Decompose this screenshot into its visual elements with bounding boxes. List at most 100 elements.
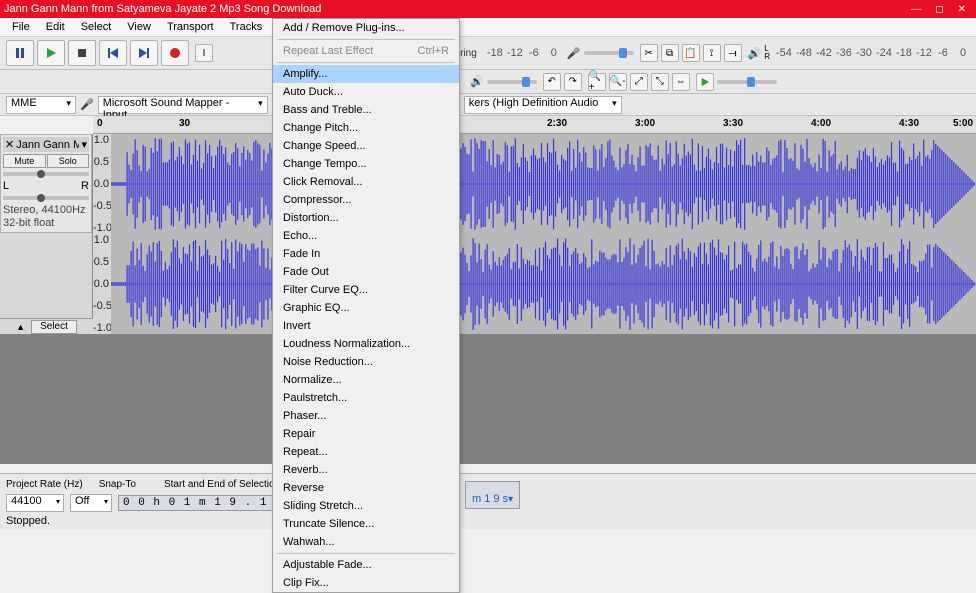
effect-item[interactable]: Filter Curve EQ... bbox=[273, 281, 459, 299]
mute-button[interactable]: Mute bbox=[3, 154, 46, 168]
silence-button[interactable]: ⟞ bbox=[724, 44, 742, 62]
effect-item[interactable]: Reverb... bbox=[273, 461, 459, 479]
solo-button[interactable]: Solo bbox=[47, 154, 90, 168]
paste-button[interactable]: 📋 bbox=[682, 44, 700, 62]
effect-item[interactable]: Noise Reduction... bbox=[273, 353, 459, 371]
zoom-out-button[interactable]: 🔍- bbox=[609, 73, 627, 91]
track-name[interactable]: Jann Gann M bbox=[16, 139, 79, 151]
snapto-label: Snap-To bbox=[99, 479, 136, 490]
effect-item[interactable]: Fade In bbox=[273, 245, 459, 263]
effect-item[interactable]: Change Speed... bbox=[273, 137, 459, 155]
skip-end-button[interactable] bbox=[130, 40, 158, 66]
effect-item[interactable]: Loudness Normalization... bbox=[273, 335, 459, 353]
amplitude-scale: 1.00.50.0-0.5-1.0 bbox=[93, 234, 111, 334]
menu-edit[interactable]: Edit bbox=[38, 19, 73, 35]
track-menu-icon[interactable]: ▾ bbox=[81, 138, 87, 151]
maximize-button[interactable]: ◻ bbox=[935, 4, 943, 15]
project-rate-select[interactable]: 44100 bbox=[6, 494, 64, 512]
select-track-button[interactable]: Select bbox=[31, 320, 77, 334]
selection-toolbar: Project Rate (Hz) Snap-To Start and End … bbox=[0, 473, 976, 529]
effect-item[interactable]: Amplify... bbox=[273, 65, 459, 83]
effect-item[interactable]: Invert bbox=[273, 317, 459, 335]
timeline-ruler[interactable]: 0 30 2:30 3:00 3:30 4:00 4:30 5:00 bbox=[93, 116, 976, 134]
mic-icon: 🎤 bbox=[567, 47, 581, 60]
playback-volume-slider[interactable] bbox=[487, 80, 537, 84]
selection-tool-icon[interactable]: I bbox=[195, 44, 213, 62]
effect-add-remove-plugins[interactable]: Add / Remove Plug-ins... bbox=[273, 19, 459, 37]
menu-file[interactable]: File bbox=[4, 19, 38, 35]
audio-host-select[interactable]: MME bbox=[6, 96, 76, 114]
menu-transport[interactable]: Transport bbox=[159, 19, 222, 35]
fit-selection-button[interactable]: ⤢ bbox=[630, 73, 648, 91]
effect-item[interactable]: Phaser... bbox=[273, 407, 459, 425]
zoom-in-button[interactable]: 🔍+ bbox=[588, 73, 606, 91]
menu-view[interactable]: View bbox=[119, 19, 159, 35]
minimize-button[interactable]: — bbox=[911, 4, 921, 15]
waveform-channel-right[interactable] bbox=[111, 234, 976, 334]
toolbar: I Start Monitoring -18-12-60 🎤 ✂ ⧉ 📋 ⟟ ⟞… bbox=[0, 37, 976, 70]
track-format-info: Stereo, 44100Hz 32-bit float bbox=[3, 204, 89, 230]
close-button[interactable]: ✕ bbox=[958, 4, 966, 15]
pause-button[interactable] bbox=[6, 40, 34, 66]
effect-item[interactable]: Compressor... bbox=[273, 191, 459, 209]
undo-button[interactable]: ↶ bbox=[543, 73, 561, 91]
project-rate-label: Project Rate (Hz) bbox=[6, 479, 83, 490]
cut-button[interactable]: ✂ bbox=[640, 44, 658, 62]
record-volume-slider[interactable] bbox=[584, 51, 634, 55]
effect-item[interactable]: Sliding Stretch... bbox=[273, 497, 459, 515]
redo-button[interactable]: ↷ bbox=[564, 73, 582, 91]
snapto-select[interactable]: Off bbox=[70, 494, 112, 512]
gain-slider[interactable] bbox=[3, 172, 89, 176]
stop-button[interactable] bbox=[68, 40, 96, 66]
menu-separator bbox=[277, 553, 455, 554]
fit-project-button[interactable]: ⤡ bbox=[651, 73, 669, 91]
record-meter-scale: -18-12-60 bbox=[487, 47, 561, 59]
effect-item[interactable]: Fade Out bbox=[273, 263, 459, 281]
audio-position-display[interactable]: m 1 9 s▾ bbox=[465, 481, 520, 509]
effect-item[interactable]: Truncate Silence... bbox=[273, 515, 459, 533]
waveform-channel-left[interactable] bbox=[111, 134, 976, 234]
effect-item[interactable]: Change Tempo... bbox=[273, 155, 459, 173]
effect-item[interactable]: Repair bbox=[273, 425, 459, 443]
lr-label: LR bbox=[764, 45, 770, 61]
copy-button[interactable]: ⧉ bbox=[661, 44, 679, 62]
play-button[interactable] bbox=[37, 40, 65, 66]
play-at-speed-button[interactable] bbox=[696, 73, 714, 91]
effect-clip-fix[interactable]: Clip Fix... bbox=[273, 574, 459, 592]
record-button[interactable] bbox=[161, 40, 189, 66]
skip-start-button[interactable] bbox=[99, 40, 127, 66]
window-title: Jann Gann Mann from Satyameva Jayate 2 M… bbox=[4, 3, 911, 15]
effect-item[interactable]: Echo... bbox=[273, 227, 459, 245]
play-speed-slider[interactable] bbox=[717, 80, 777, 84]
selection-label: Start and End of Selection bbox=[164, 479, 280, 490]
effect-item[interactable]: Reverse bbox=[273, 479, 459, 497]
effect-item[interactable]: Normalize... bbox=[273, 371, 459, 389]
effect-adjustable-fade[interactable]: Adjustable Fade... bbox=[273, 556, 459, 574]
effect-item[interactable]: Change Pitch... bbox=[273, 119, 459, 137]
zoom-toggle-button[interactable]: ⇔ bbox=[672, 73, 690, 91]
waveform-area[interactable]: 1.00.50.0-0.5-1.0 1.00.50.0-0.5-1.0 bbox=[93, 134, 976, 464]
menubar: File Edit Select View Transport Tracks G… bbox=[0, 18, 976, 37]
collapse-icon[interactable]: ▲ bbox=[16, 322, 25, 332]
effect-item[interactable]: Click Removal... bbox=[273, 173, 459, 191]
amplitude-scale: 1.00.50.0-0.5-1.0 bbox=[93, 134, 111, 234]
effect-item[interactable]: Distortion... bbox=[273, 209, 459, 227]
effect-item[interactable]: Auto Duck... bbox=[273, 83, 459, 101]
pan-slider[interactable] bbox=[3, 196, 89, 200]
toolbar-row2: 🔊 ↶ ↷ 🔍+ 🔍- ⤢ ⤡ ⇔ bbox=[0, 70, 976, 94]
effect-item[interactable]: Bass and Treble... bbox=[273, 101, 459, 119]
status-text: Stopped. bbox=[6, 513, 50, 529]
track-control-panel: ✕ Jann Gann M ▾ Mute Solo LR Stereo, 441… bbox=[0, 134, 93, 334]
close-track-icon[interactable]: ✕ bbox=[5, 138, 14, 151]
trim-button[interactable]: ⟟ bbox=[703, 44, 721, 62]
recording-device-select[interactable]: Microsoft Sound Mapper - Input bbox=[98, 96, 268, 114]
effect-item[interactable]: Wahwah... bbox=[273, 533, 459, 551]
playback-device-select[interactable]: kers (High Definition Audio bbox=[464, 96, 622, 114]
effect-item[interactable]: Paulstretch... bbox=[273, 389, 459, 407]
track-collapse-bar[interactable]: ▲ Select bbox=[0, 318, 93, 334]
play-meter-scale: -54-48-42-36-30-24-18-12-60 bbox=[776, 47, 970, 59]
effect-item[interactable]: Repeat... bbox=[273, 443, 459, 461]
menu-select[interactable]: Select bbox=[73, 19, 120, 35]
menu-tracks[interactable]: Tracks bbox=[222, 19, 271, 35]
effect-item[interactable]: Graphic EQ... bbox=[273, 299, 459, 317]
